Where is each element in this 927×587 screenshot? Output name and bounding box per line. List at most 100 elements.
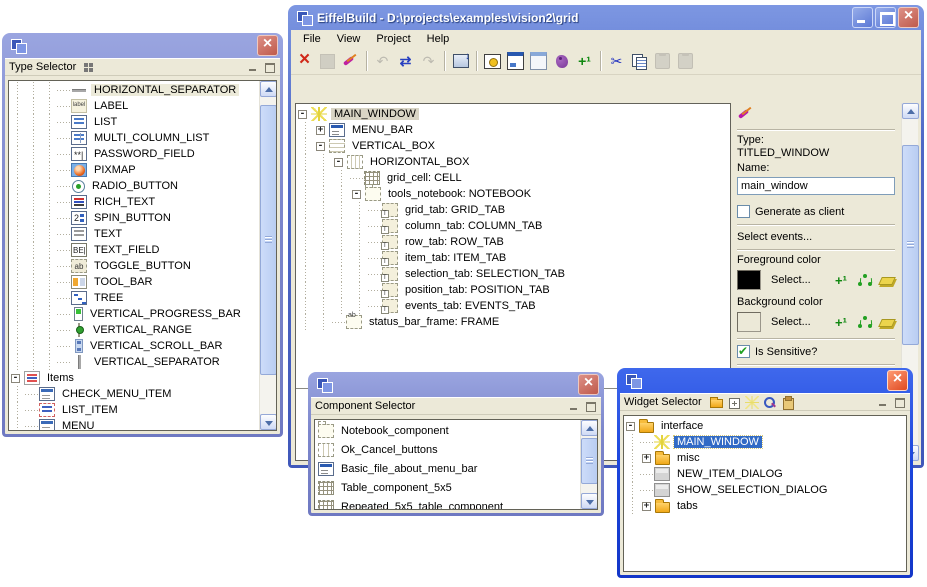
tree-item[interactable]: VERTICAL_SEPARATOR (9, 354, 259, 370)
collapse-icon[interactable]: - (334, 158, 343, 167)
component-list-scrollbar[interactable] (580, 420, 597, 509)
collapse-icon[interactable]: - (626, 422, 635, 431)
tree-item[interactable]: -tools_notebook: NOTEBOOK (296, 186, 730, 202)
tree-item[interactable]: HORIZONTAL_SEPARATOR (9, 82, 259, 98)
widget-selector-dock-bar[interactable]: Widget Selector (620, 393, 910, 411)
window-preview-alt-button[interactable] (527, 50, 550, 72)
tree-item[interactable]: SHOW_SELECTION_DIALOG (624, 482, 906, 498)
close-button[interactable] (257, 35, 278, 56)
tree-item[interactable]: +misc (624, 450, 906, 466)
generate-as-client-checkbox[interactable] (737, 205, 750, 218)
window-settings-button[interactable] (481, 50, 504, 72)
tree-item[interactable]: +MENU_BAR (296, 122, 730, 138)
tree-item[interactable]: PASSWORD_FIELD (9, 146, 259, 162)
close-button[interactable] (578, 374, 599, 395)
search-icon[interactable] (763, 396, 777, 409)
tree-item[interactable]: RICH_TEXT (9, 194, 259, 210)
list-item[interactable]: Notebook_component (315, 421, 580, 440)
tree-item[interactable]: RADIO_BUTTON (9, 178, 259, 194)
generate-code-button[interactable] (449, 50, 472, 72)
edit-widget-button[interactable] (339, 50, 362, 72)
dock-restore-button[interactable] (583, 400, 597, 412)
undo-button[interactable] (371, 50, 394, 72)
collapse-icon[interactable]: - (352, 190, 361, 199)
tree-item[interactable]: grid_tab: GRID_TAB (296, 202, 730, 218)
tree-item[interactable]: column_tab: COLUMN_TAB (296, 218, 730, 234)
scrollbar-thumb[interactable] (260, 105, 277, 375)
tree-item[interactable]: events_tab: EVENTS_TAB (296, 298, 730, 314)
tree-item[interactable]: row_tab: ROW_TAB (296, 234, 730, 250)
tree-item[interactable]: grid_cell: CELL (296, 170, 730, 186)
add-one-icon[interactable] (835, 315, 851, 330)
tree-item[interactable]: -HORIZONTAL_BOX (296, 154, 730, 170)
pick-color-icon[interactable] (857, 273, 873, 288)
tree-item[interactable]: LIST (9, 114, 259, 130)
close-button[interactable] (898, 7, 919, 28)
tree-item[interactable]: MENU (9, 418, 259, 431)
tree-item[interactable]: TEXT (9, 226, 259, 242)
tree-item[interactable]: -MAIN_WINDOW (296, 106, 730, 122)
close-button[interactable] (887, 370, 908, 391)
tree-item[interactable]: TOOL_BAR (9, 274, 259, 290)
folder-icon[interactable] (710, 399, 723, 408)
expand-icon[interactable]: + (316, 126, 325, 135)
tree-item[interactable]: item_tab: ITEM_TAB (296, 250, 730, 266)
tree-item[interactable]: NEW_ITEM_DIALOG (624, 466, 906, 482)
add-one-button[interactable] (573, 50, 596, 72)
type-selector-title-bar[interactable] (5, 33, 280, 58)
tree-item[interactable]: MULTI_COLUMN_LIST (9, 130, 259, 146)
scroll-up-icon[interactable] (581, 420, 598, 436)
tree-item[interactable]: position_tab: POSITION_TAB (296, 282, 730, 298)
name-input[interactable] (737, 177, 895, 195)
cut-button[interactable] (605, 50, 628, 72)
tree-item[interactable]: -VERTICAL_BOX (296, 138, 730, 154)
add-one-icon[interactable] (835, 273, 851, 288)
redo-button[interactable] (417, 50, 440, 72)
list-item[interactable]: Ok_Cancel_buttons (315, 440, 580, 459)
expand-all-icon[interactable] (727, 396, 741, 409)
paste-button[interactable] (651, 50, 674, 72)
tree-item[interactable]: TOGGLE_BUTTON (9, 258, 259, 274)
minimize-button[interactable] (852, 7, 873, 28)
scroll-up-icon[interactable] (902, 103, 919, 119)
dock-restore-button[interactable] (892, 396, 906, 408)
eraser-icon[interactable] (879, 273, 895, 288)
generate-as-client-checkbox-row[interactable]: Generate as client (737, 205, 895, 218)
component-selector-dock-bar[interactable]: Component Selector (311, 397, 601, 415)
dock-minimize-button[interactable] (246, 61, 260, 73)
scrollbar-thumb[interactable] (902, 145, 919, 345)
component-selector-title-bar[interactable] (311, 372, 601, 397)
copy-button[interactable] (628, 50, 651, 72)
tree-item[interactable]: status_bar_frame: FRAME (296, 314, 730, 330)
tree-item[interactable]: MAIN_WINDOW (624, 434, 906, 450)
menu-view[interactable]: View (329, 32, 369, 46)
foreground-select-button[interactable]: Select... (771, 274, 823, 286)
type-selector-dock-bar[interactable]: Type Selector (5, 58, 280, 76)
collapse-icon[interactable]: - (298, 110, 307, 119)
tree-item[interactable]: -Items (9, 370, 259, 386)
is-sensitive-checkbox-row[interactable]: Is Sensitive? (737, 345, 895, 358)
dock-minimize-button[interactable] (567, 400, 581, 412)
scroll-up-icon[interactable] (260, 81, 277, 97)
select-events-button[interactable]: Select events... (737, 231, 895, 243)
tree-item[interactable]: CHECK_MENU_ITEM (9, 386, 259, 402)
collapse-icon[interactable]: - (11, 374, 20, 383)
pick-color-icon[interactable] (857, 315, 873, 330)
menu-help[interactable]: Help (419, 32, 458, 46)
scroll-down-icon[interactable] (260, 414, 277, 430)
tree-item[interactable]: SPIN_BUTTON (9, 210, 259, 226)
menu-project[interactable]: Project (368, 32, 418, 46)
maximize-button[interactable] (875, 7, 896, 28)
tree-item[interactable]: TREE (9, 290, 259, 306)
widget-selector-title-bar[interactable] (620, 368, 910, 393)
tree-item[interactable]: LABEL (9, 98, 259, 114)
tree-item[interactable]: VERTICAL_PROGRESS_BAR (9, 306, 259, 322)
list-item[interactable]: Table_component_5x5 (315, 478, 580, 497)
tree-item[interactable]: VERTICAL_SCROLL_BAR (9, 338, 259, 354)
tree-item[interactable]: TEXT_FIELD (9, 242, 259, 258)
mascot-button[interactable] (550, 50, 573, 72)
main-title-bar[interactable]: EiffelBuild - D:\projects\examples\visio… (291, 5, 921, 30)
tree-item[interactable]: selection_tab: SELECTION_TAB (296, 266, 730, 282)
list-item[interactable]: Repeated_5x5_table_component (315, 497, 580, 510)
tree-item[interactable]: PIXMAP (9, 162, 259, 178)
